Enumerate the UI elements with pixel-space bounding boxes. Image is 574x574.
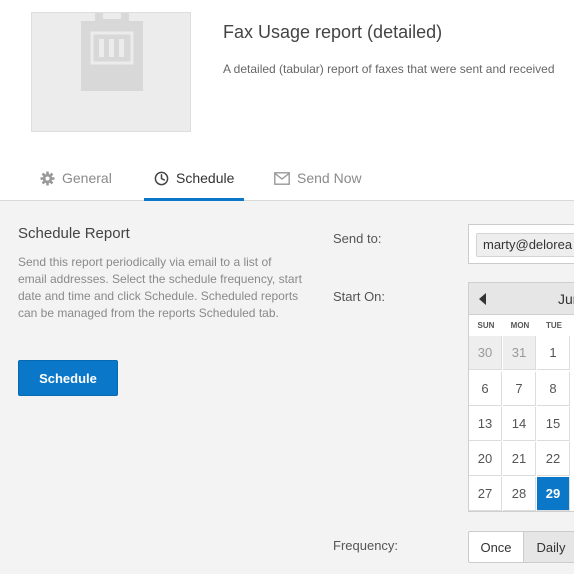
calendar-day[interactable]: 27: [469, 477, 502, 511]
calendar-day[interactable]: 1: [537, 336, 570, 370]
calendar-day[interactable]: 31: [503, 336, 536, 370]
frequency-once-button[interactable]: Once: [469, 532, 524, 562]
schedule-help-text: Send this report periodically via email …: [18, 255, 302, 320]
report-tabs: General Schedule Send Now: [0, 156, 574, 202]
tab-general[interactable]: General: [40, 156, 112, 200]
frequency-daily-button[interactable]: Daily: [524, 532, 574, 562]
frequency-toggle: Once Daily: [468, 531, 574, 563]
calendar-day[interactable]: 6: [469, 372, 502, 406]
calendar-month-label: Jur: [558, 291, 574, 307]
calendar-day[interactable]: 15: [537, 407, 570, 441]
prev-month-icon[interactable]: [479, 293, 486, 305]
report-description: A detailed (tabular) report of faxes tha…: [223, 62, 555, 76]
dow-tue: TUE: [546, 321, 562, 330]
report-thumbnail: [31, 12, 191, 132]
calendar-day[interactable]: 7: [503, 372, 536, 406]
tab-schedule-label: Schedule: [176, 170, 235, 186]
frequency-label: Frequency:: [333, 538, 399, 553]
calendar-day[interactable]: 22: [537, 442, 570, 476]
schedule-heading: Schedule Report: [18, 225, 130, 242]
envelope-icon: [274, 171, 290, 185]
report-title: Fax Usage report (detailed): [223, 22, 443, 42]
tab-general-label: General: [62, 170, 112, 186]
calendar-day[interactable]: 13: [469, 407, 502, 441]
calendar-header: Jur: [469, 283, 574, 315]
report-bag-icon: [81, 13, 143, 91]
calendar-day[interactable]: 14: [503, 407, 536, 441]
tab-send-now-label: Send Now: [297, 170, 362, 186]
dow-mon: MON: [510, 321, 530, 330]
send-to-field[interactable]: marty@delorea: [468, 224, 574, 264]
calendar-day[interactable]: 8: [537, 372, 570, 406]
start-date-calendar: Jur SUN MON TUE 30 31 1 6 7 8 13 14 15 2…: [468, 282, 574, 512]
gear-icon: [40, 170, 55, 186]
clock-icon: [154, 171, 169, 185]
send-to-label: Send to:: [333, 231, 382, 246]
calendar-day[interactable]: 21: [503, 442, 536, 476]
schedule-button[interactable]: Schedule: [18, 360, 118, 396]
calendar-day[interactable]: 30: [469, 336, 502, 370]
start-on-label: Start On:: [333, 289, 386, 304]
calendar-day[interactable]: 20: [469, 442, 502, 476]
email-chip[interactable]: marty@delorea: [476, 233, 574, 257]
calendar-day[interactable]: 28: [503, 477, 536, 511]
tab-send-now[interactable]: Send Now: [274, 156, 362, 200]
dow-sun: SUN: [477, 321, 495, 330]
tab-schedule[interactable]: Schedule: [144, 156, 245, 202]
calendar-day-selected[interactable]: 29: [537, 477, 570, 511]
